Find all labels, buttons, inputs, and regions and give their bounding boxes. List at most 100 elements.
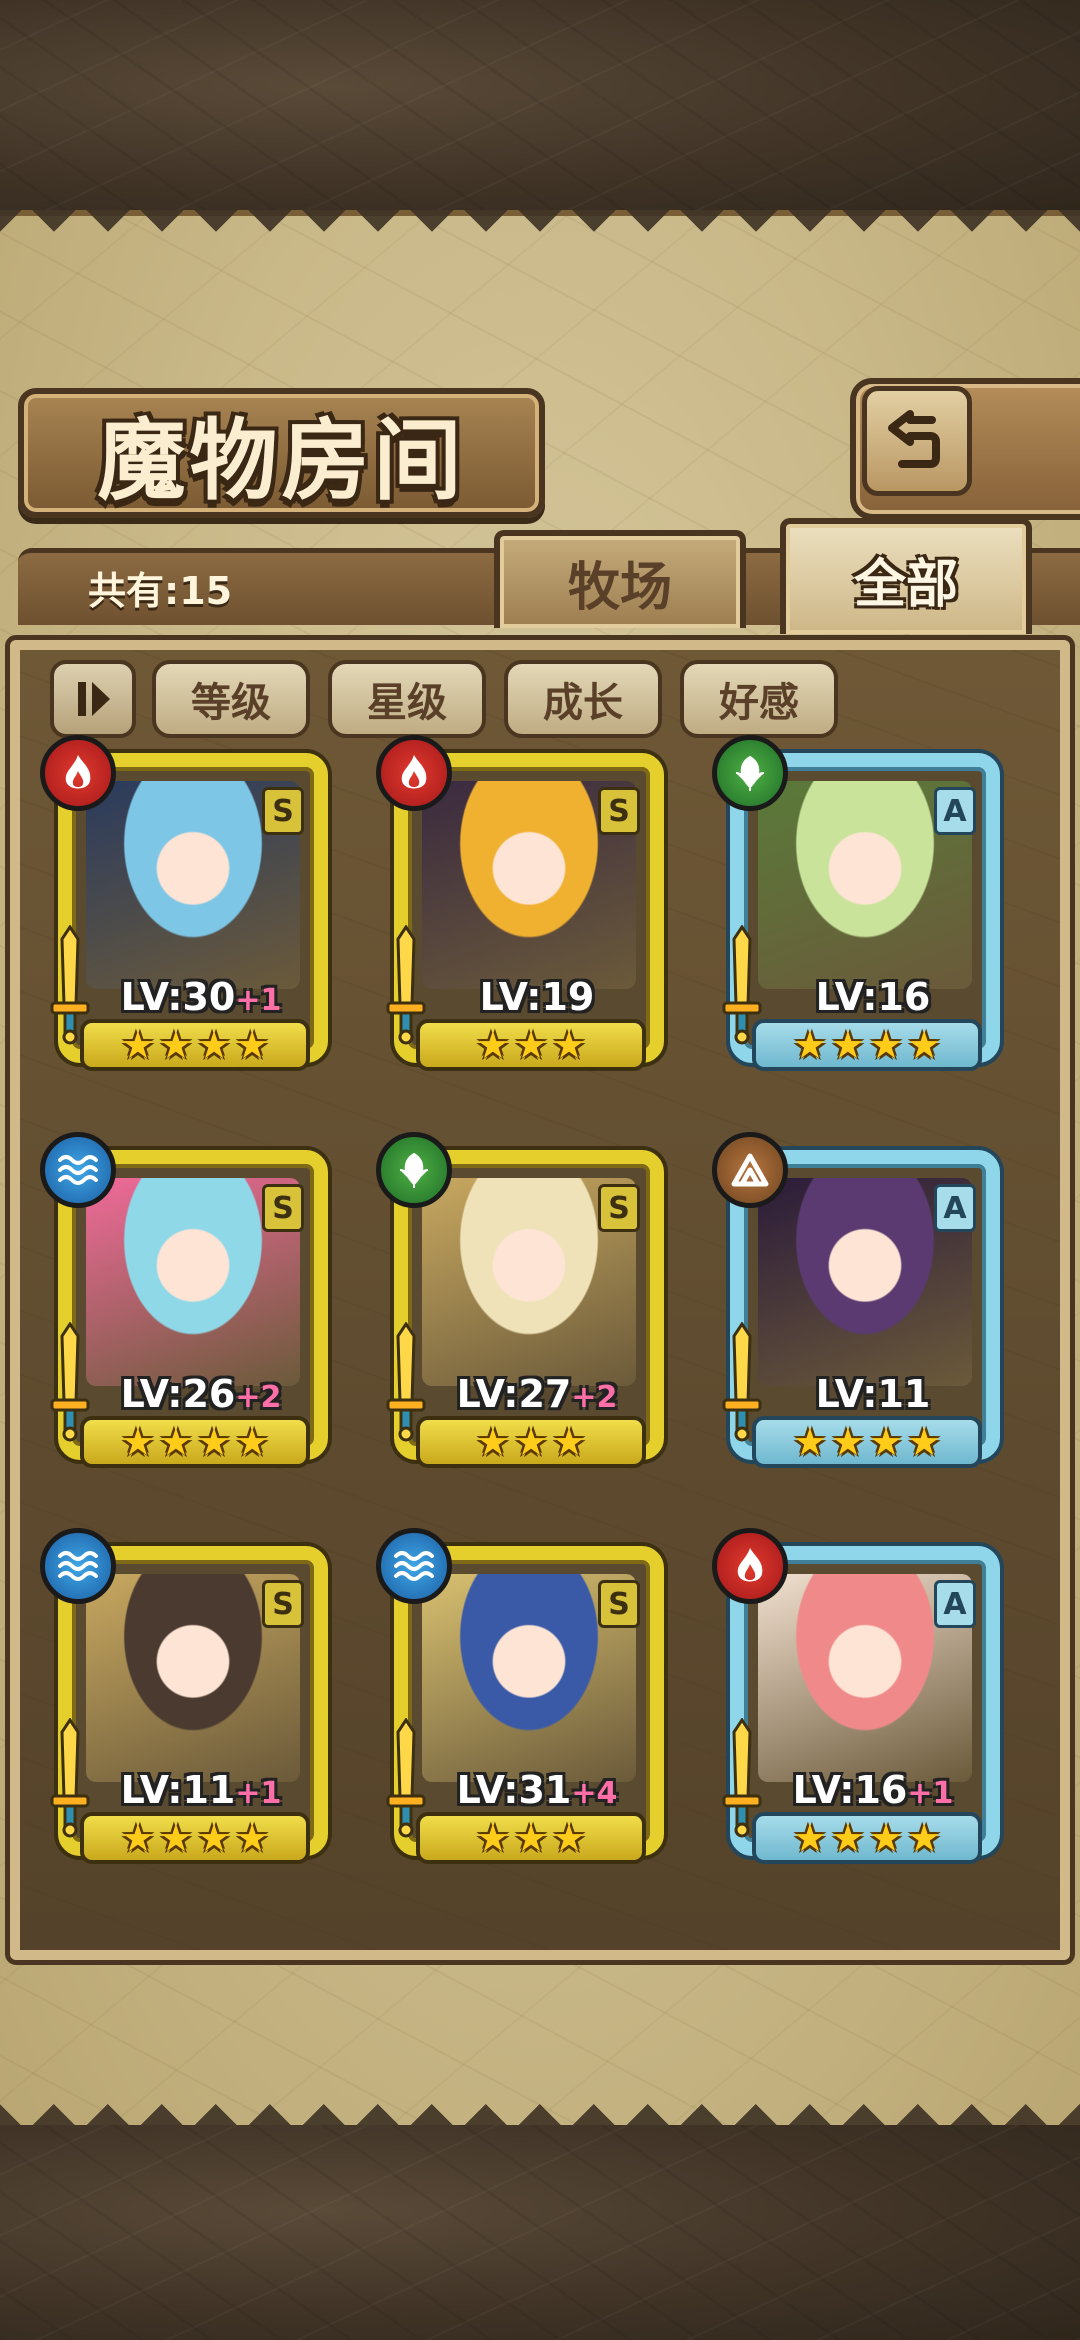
star-icon: ★ — [552, 1023, 587, 1067]
wood-element-icon — [712, 735, 788, 811]
star-icon: ★ — [158, 1023, 193, 1067]
star-icon: ★ — [830, 1816, 865, 1860]
star-icon: ★ — [869, 1023, 904, 1067]
level-value: LV:19 — [479, 975, 595, 1019]
map-background-bottom — [0, 2125, 1080, 2340]
level-bonus: +2 — [235, 1380, 282, 1415]
star-icon: ★ — [907, 1023, 942, 1067]
rank-badge: S — [262, 1580, 304, 1628]
monster-card[interactable]: S LV:30+1 ★ ★ ★ ★ — [40, 735, 340, 1080]
star-icon: ★ — [158, 1816, 193, 1860]
monster-card[interactable]: S LV:11+1 ★ ★ ★ ★ — [40, 1528, 340, 1873]
level-label: LV:16 — [768, 975, 978, 1019]
map-background-top — [0, 0, 1080, 215]
rank-badge: A — [934, 1184, 976, 1232]
star-icon: ★ — [792, 1023, 827, 1067]
level-label: LV:26+2 — [96, 1372, 306, 1416]
sort-by-growth-button[interactable]: 成长 — [504, 660, 662, 738]
monster-card[interactable]: A LV:11 ★ ★ ★ ★ — [712, 1132, 1012, 1477]
star-icon: ★ — [235, 1023, 270, 1067]
star-icon: ★ — [792, 1420, 827, 1464]
star-icon: ★ — [475, 1023, 510, 1067]
star-icon: ★ — [235, 1420, 270, 1464]
monster-card[interactable]: S LV:31+4 ★ ★ ★ — [376, 1528, 676, 1873]
level-label: LV:31+4 — [432, 1768, 642, 1812]
star-rating: ★ ★ ★ — [416, 1416, 646, 1468]
level-label: LV:11 — [768, 1372, 978, 1416]
star-rating: ★ ★ ★ ★ — [752, 1416, 982, 1468]
level-bonus: +1 — [235, 983, 282, 1018]
star-icon: ★ — [197, 1420, 232, 1464]
level-value: LV:31 — [456, 1768, 572, 1812]
star-icon: ★ — [552, 1420, 587, 1464]
rank-badge: S — [262, 787, 304, 835]
star-icon: ★ — [513, 1420, 549, 1464]
torn-edge-top — [0, 210, 1080, 244]
level-bonus: +1 — [907, 1776, 954, 1811]
sort-by-stars-button[interactable]: 星级 — [328, 660, 486, 738]
sort-toggle-icon — [78, 682, 110, 716]
tab-pasture[interactable]: 牧场 — [494, 530, 746, 628]
wood-element-icon — [376, 1132, 452, 1208]
star-icon: ★ — [120, 1420, 155, 1464]
sort-by-affection-button[interactable]: 好感 — [680, 660, 838, 738]
monster-card[interactable]: S LV:27+2 ★ ★ ★ — [376, 1132, 676, 1477]
rank-badge: A — [934, 787, 976, 835]
monster-card[interactable]: A LV:16 ★ ★ ★ ★ — [712, 735, 1012, 1080]
rank-badge: S — [262, 1184, 304, 1232]
star-icon: ★ — [907, 1420, 942, 1464]
star-rating: ★ ★ ★ ★ — [752, 1019, 982, 1071]
star-rating: ★ ★ ★ — [416, 1812, 646, 1864]
level-value: LV:16 — [792, 1768, 908, 1812]
star-icon: ★ — [120, 1023, 155, 1067]
star-icon: ★ — [475, 1420, 510, 1464]
level-bonus: +1 — [235, 1776, 282, 1811]
water-element-icon — [376, 1528, 452, 1604]
back-button[interactable] — [862, 386, 972, 496]
star-icon: ★ — [869, 1816, 904, 1860]
star-icon: ★ — [235, 1816, 270, 1860]
sort-by-level-button[interactable]: 等级 — [152, 660, 310, 738]
rank-badge: S — [598, 1580, 640, 1628]
fire-element-icon — [40, 735, 116, 811]
monster-card[interactable]: S LV:19 ★ ★ ★ — [376, 735, 676, 1080]
star-rating: ★ ★ ★ ★ — [80, 1812, 310, 1864]
star-icon: ★ — [475, 1816, 510, 1860]
level-value: LV:11 — [815, 1372, 931, 1416]
monster-card[interactable]: A LV:16+1 ★ ★ ★ ★ — [712, 1528, 1012, 1873]
level-bonus: +4 — [571, 1776, 618, 1811]
monster-count: 共有:15 — [88, 568, 233, 613]
star-icon: ★ — [158, 1420, 193, 1464]
monster-card[interactable]: S LV:26+2 ★ ★ ★ ★ — [40, 1132, 340, 1477]
rank-badge: S — [598, 787, 640, 835]
water-element-icon — [40, 1132, 116, 1208]
level-value: LV:16 — [815, 975, 931, 1019]
rank-badge: S — [598, 1184, 640, 1232]
level-label: LV:11+1 — [96, 1768, 306, 1812]
star-icon: ★ — [830, 1023, 865, 1067]
fire-element-icon — [376, 735, 452, 811]
back-arrow-icon — [888, 410, 940, 468]
water-element-icon — [40, 1528, 116, 1604]
rank-badge: A — [934, 1580, 976, 1628]
star-rating: ★ ★ ★ ★ — [752, 1812, 982, 1864]
star-icon: ★ — [869, 1420, 904, 1464]
page-title: 魔物房间 — [97, 407, 466, 512]
level-value: LV:30 — [120, 975, 236, 1019]
level-label: LV:30+1 — [96, 975, 306, 1019]
level-value: LV:26 — [120, 1372, 236, 1416]
level-value: LV:11 — [120, 1768, 236, 1812]
tab-all[interactable]: 全部 — [780, 518, 1032, 634]
level-bonus: +2 — [571, 1380, 618, 1415]
level-label: LV:27+2 — [432, 1372, 642, 1416]
star-icon: ★ — [120, 1816, 155, 1860]
star-icon: ★ — [513, 1023, 549, 1067]
star-icon: ★ — [552, 1816, 587, 1860]
title-banner: 魔物房间 — [18, 388, 545, 518]
earth-element-icon — [712, 1132, 788, 1208]
torn-edge-bottom — [0, 2092, 1080, 2126]
sort-toggle-button[interactable] — [50, 660, 136, 738]
star-rating: ★ ★ ★ ★ — [80, 1416, 310, 1468]
level-label: LV:16+1 — [768, 1768, 978, 1812]
fire-element-icon — [712, 1528, 788, 1604]
